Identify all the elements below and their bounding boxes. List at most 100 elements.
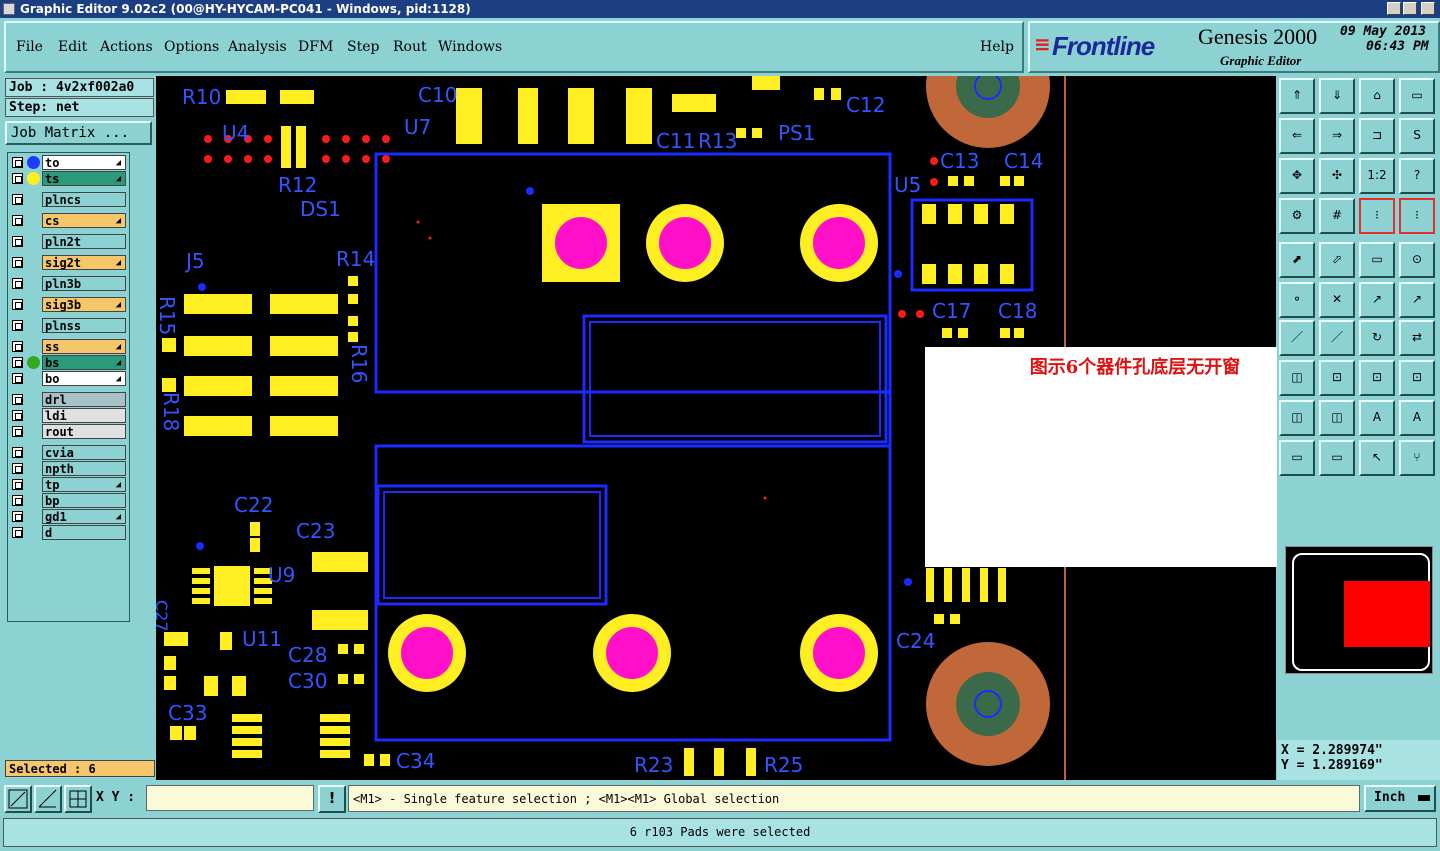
layer-row-npth[interactable]: npth bbox=[8, 461, 129, 476]
menu-file[interactable]: File bbox=[16, 39, 43, 55]
icon-row9-b[interactable]: ⊡ bbox=[1319, 360, 1355, 396]
layer-checkbox[interactable] bbox=[12, 157, 23, 168]
layer-row-drl[interactable]: drl bbox=[8, 392, 129, 407]
layer-name[interactable]: ldi bbox=[42, 408, 126, 423]
icon-row9-a[interactable]: ◫ bbox=[1279, 360, 1315, 396]
move-right-icon[interactable]: ⇒ bbox=[1319, 118, 1355, 154]
layer-row-to[interactable]: to ◢ bbox=[8, 155, 129, 170]
menu-dfm[interactable]: DFM bbox=[298, 39, 333, 55]
layer-checkbox[interactable] bbox=[12, 463, 23, 474]
layer-row-sig3b[interactable]: sig3b ◢ bbox=[8, 297, 129, 312]
layer-row-ldi[interactable]: ldi bbox=[8, 408, 129, 423]
layer-row-tp[interactable]: tp ◢ bbox=[8, 477, 129, 492]
icon-row9-d[interactable]: ⊡ bbox=[1399, 360, 1435, 396]
menu-windows[interactable]: Windows bbox=[438, 39, 502, 55]
minimap-viewport[interactable] bbox=[1344, 581, 1430, 647]
alert-button[interactable]: ! bbox=[318, 785, 346, 813]
layer-row-plncs[interactable]: plncs bbox=[8, 192, 129, 207]
layer-name[interactable]: ts ◢ bbox=[42, 171, 126, 186]
help-icon[interactable]: ? bbox=[1399, 158, 1435, 194]
icon-row9-c[interactable]: ⊡ bbox=[1359, 360, 1395, 396]
layer-name[interactable]: sig3b ◢ bbox=[42, 297, 126, 312]
layer-checkbox[interactable] bbox=[12, 299, 23, 310]
layer-name[interactable]: bp bbox=[42, 493, 126, 508]
layer-name[interactable]: ss ◢ bbox=[42, 339, 126, 354]
layer-checkbox[interactable] bbox=[12, 410, 23, 421]
record-icon[interactable]: ⊙ bbox=[1399, 242, 1435, 278]
cross-icon[interactable]: ✕ bbox=[1319, 282, 1355, 318]
menu-step[interactable]: Step bbox=[347, 39, 379, 55]
layer-checkbox[interactable] bbox=[12, 495, 23, 506]
layer-row-cvia[interactable]: cvia bbox=[8, 445, 129, 460]
layer-name[interactable]: bo ◢ bbox=[42, 371, 126, 386]
select-icon[interactable]: ⬈ bbox=[1279, 242, 1315, 278]
layer-name[interactable]: gd1 ◢ bbox=[42, 509, 126, 524]
layer-checkbox[interactable] bbox=[12, 194, 23, 205]
layer-checkbox[interactable] bbox=[12, 479, 23, 490]
layer-checkbox[interactable] bbox=[12, 426, 23, 437]
layer-name[interactable]: d bbox=[42, 525, 126, 540]
layer-checkbox[interactable] bbox=[12, 447, 23, 458]
measure-button[interactable] bbox=[34, 785, 62, 813]
icon-row10-a[interactable]: ◫ bbox=[1279, 400, 1315, 436]
net-icon[interactable]: ⚬ bbox=[1279, 282, 1315, 318]
layer-name[interactable]: cs ◢ bbox=[42, 213, 126, 228]
line-icon[interactable]: ／ bbox=[1279, 320, 1315, 356]
layer-name[interactable]: to ◢ bbox=[42, 155, 126, 170]
pointer-icon[interactable]: ↖ bbox=[1359, 440, 1395, 476]
maximize-button[interactable] bbox=[1403, 2, 1417, 15]
menu-options[interactable]: Options bbox=[164, 39, 219, 55]
ratio-icon[interactable]: 1:2 bbox=[1359, 158, 1395, 194]
close-button[interactable] bbox=[1421, 2, 1435, 15]
layer-name[interactable]: bs ◢ bbox=[42, 355, 126, 370]
layer-row-pln3b[interactable]: pln3b bbox=[8, 276, 129, 291]
layer-row-pln2t[interactable]: pln2t bbox=[8, 234, 129, 249]
unit-selector[interactable]: Inch bbox=[1364, 785, 1436, 812]
flip-icon[interactable]: ⇄ bbox=[1399, 320, 1435, 356]
menu-rout[interactable]: Rout bbox=[393, 39, 427, 55]
zoom-area-button[interactable] bbox=[4, 785, 32, 813]
home-down-icon[interactable]: ⇓ bbox=[1319, 78, 1355, 114]
layer-name[interactable]: pln3b bbox=[42, 276, 126, 291]
probe-b-icon[interactable]: ↗ bbox=[1399, 282, 1435, 318]
icon-row11-a[interactable]: ▭ bbox=[1279, 440, 1315, 476]
zoom-out-icon[interactable]: ⊐ bbox=[1359, 118, 1395, 154]
home-up-icon[interactable]: ⇑ bbox=[1279, 78, 1315, 114]
layer-checkbox[interactable] bbox=[12, 257, 23, 268]
layer-name[interactable]: pln2t bbox=[42, 234, 126, 249]
grid-icon[interactable]: # bbox=[1319, 198, 1355, 234]
layer-checkbox[interactable] bbox=[12, 394, 23, 405]
layer-row-bp[interactable]: bp bbox=[8, 493, 129, 508]
layer-checkbox[interactable] bbox=[12, 341, 23, 352]
snap-a-icon[interactable]: ⁝ bbox=[1359, 198, 1395, 234]
home-icon[interactable]: ⌂ bbox=[1359, 78, 1395, 114]
grid-button[interactable] bbox=[64, 785, 92, 813]
xy-input[interactable] bbox=[146, 785, 314, 811]
layer-row-bs[interactable]: bs ◢ bbox=[8, 355, 129, 370]
settings-icon[interactable]: ⚙ bbox=[1279, 198, 1315, 234]
icon-row10-b[interactable]: ◫ bbox=[1319, 400, 1355, 436]
fit-icon[interactable]: ✥ bbox=[1279, 158, 1315, 194]
layer-row-rout[interactable]: rout bbox=[8, 424, 129, 439]
layer-row-ts[interactable]: ts ◢ bbox=[8, 171, 129, 186]
move-left-icon[interactable]: ⇐ bbox=[1279, 118, 1315, 154]
menu-edit[interactable]: Edit bbox=[58, 39, 87, 55]
layer-checkbox[interactable] bbox=[12, 511, 23, 522]
polygon-icon[interactable]: ⬀ bbox=[1319, 242, 1355, 278]
arc-b-icon[interactable]: A bbox=[1399, 400, 1435, 436]
layer-checkbox[interactable] bbox=[12, 215, 23, 226]
probe-a-icon[interactable]: ↗ bbox=[1359, 282, 1395, 318]
layer-checkbox[interactable] bbox=[12, 320, 23, 331]
arc-a-icon[interactable]: A bbox=[1359, 400, 1395, 436]
layer-row-d[interactable]: d bbox=[8, 525, 129, 540]
layer-checkbox[interactable] bbox=[12, 527, 23, 538]
center-icon[interactable]: ✣ bbox=[1319, 158, 1355, 194]
layer-name[interactable]: cvia bbox=[42, 445, 126, 460]
menu-actions[interactable]: Actions bbox=[100, 39, 153, 55]
rotate-icon[interactable]: ↻ bbox=[1359, 320, 1395, 356]
layer-name[interactable]: sig2t ◢ bbox=[42, 255, 126, 270]
layer-name[interactable]: plnss bbox=[42, 318, 126, 333]
layer-name[interactable]: drl bbox=[42, 392, 126, 407]
layer-checkbox[interactable] bbox=[12, 357, 23, 368]
layer-row-gd1[interactable]: gd1 ◢ bbox=[8, 509, 129, 524]
